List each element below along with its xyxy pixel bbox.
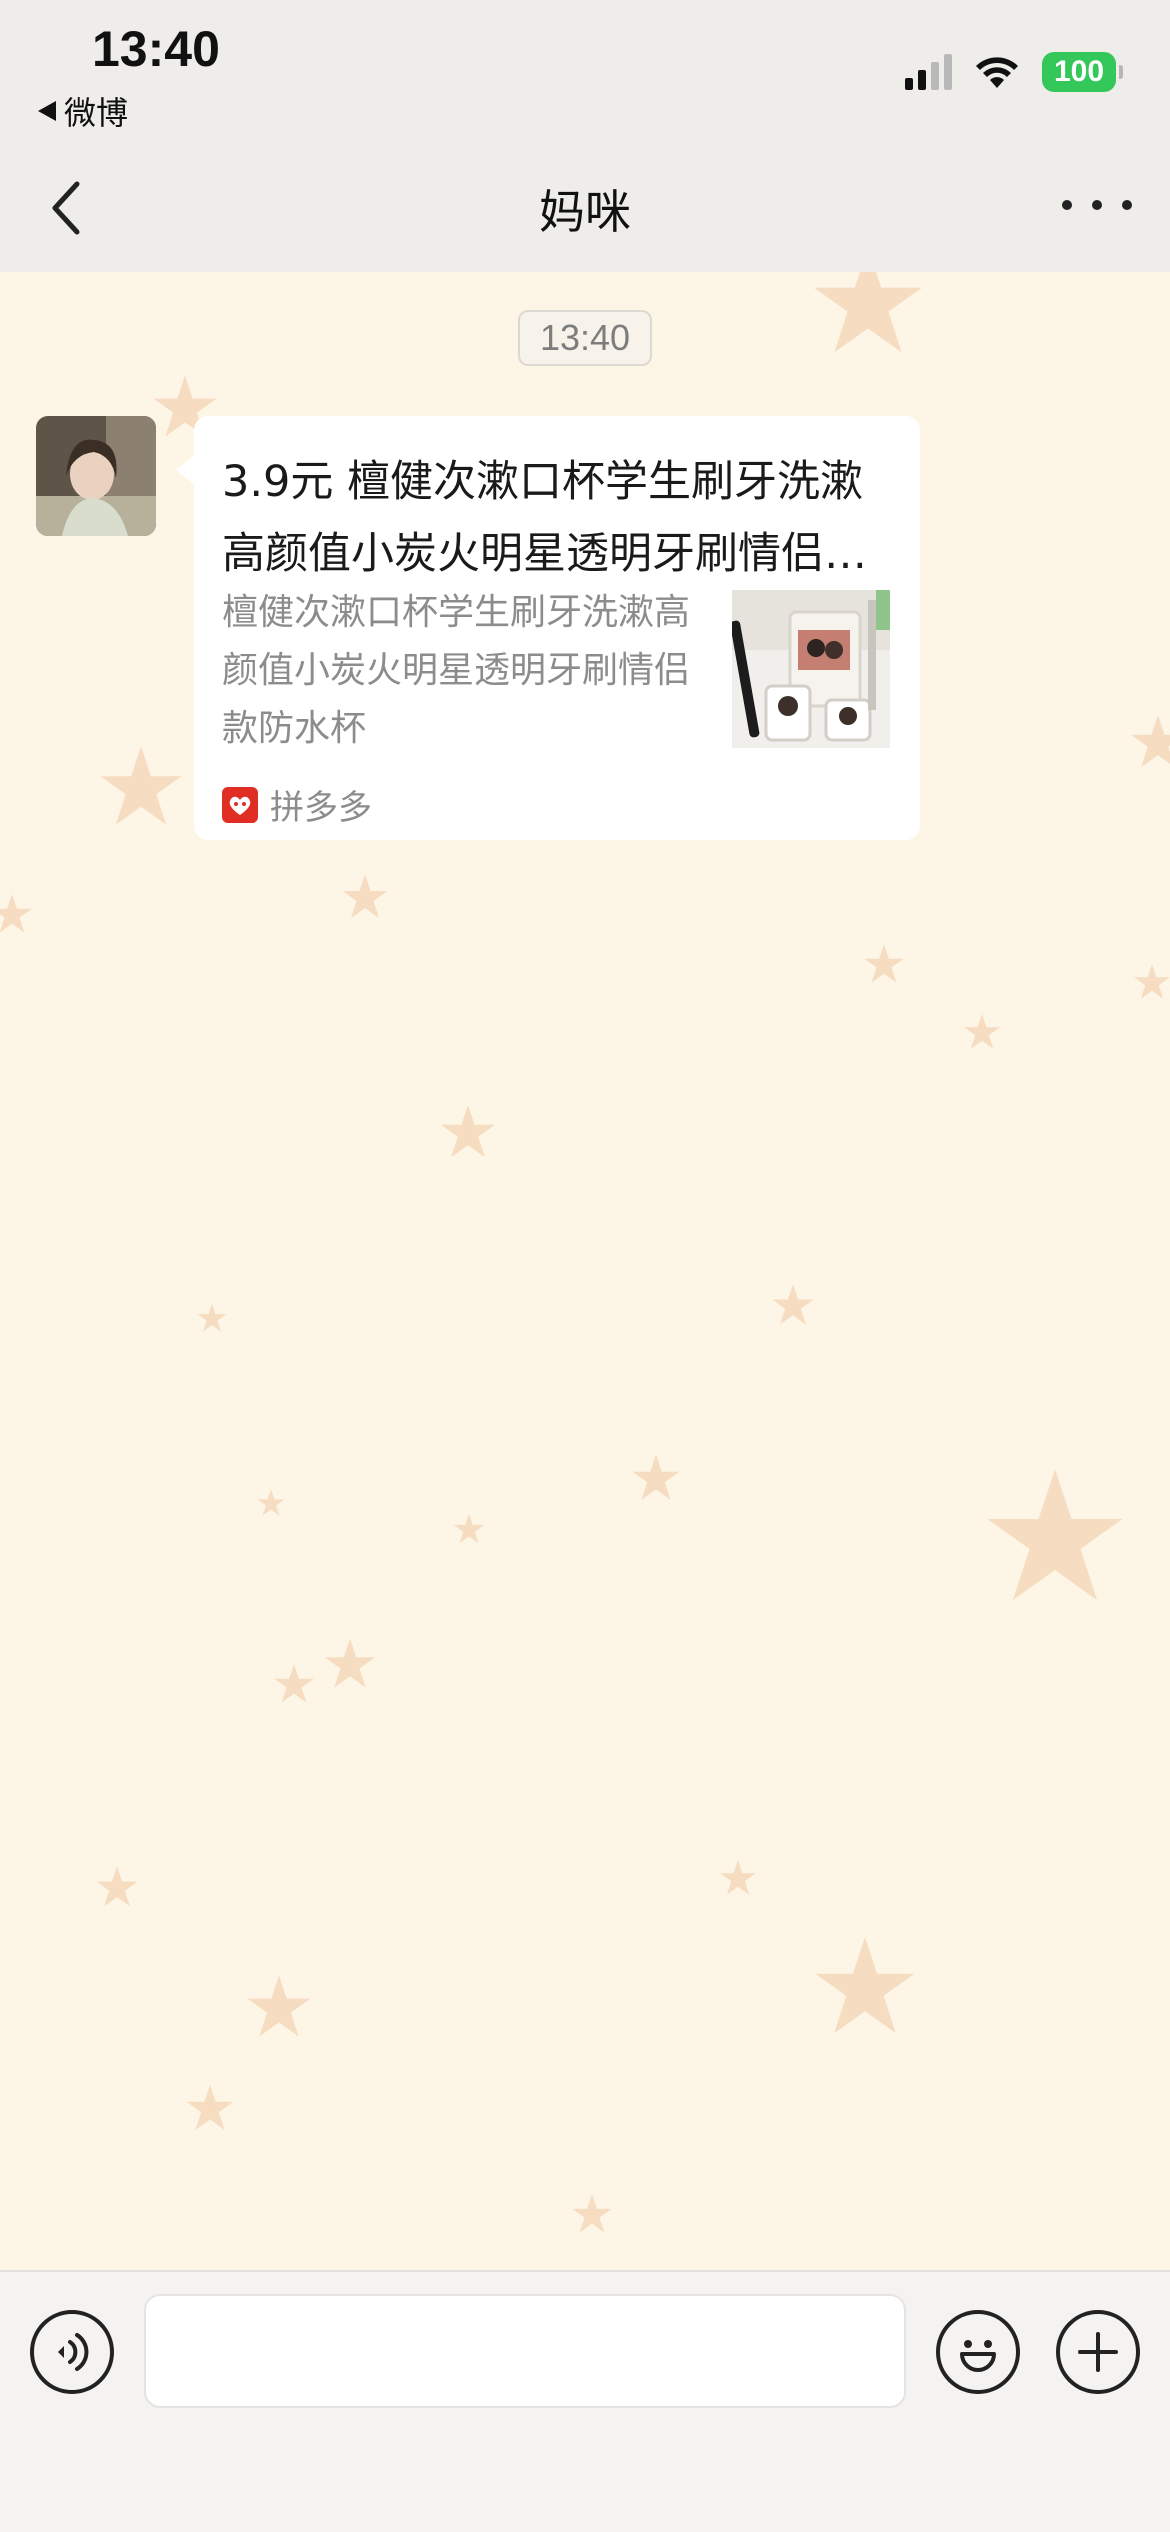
input-bar <box>0 2270 1170 2532</box>
star-decoration-icon <box>197 1303 227 1332</box>
product-description: 檀健次漱口杯学生刷牙洗漱高颜值小炭火明星透明牙刷情侣款防水杯 <box>222 592 691 749</box>
return-app-label: 微博 <box>64 94 129 132</box>
star-decoration-icon <box>186 2084 234 2130</box>
product-source-label: 拼多多 <box>270 788 372 828</box>
product-thumbnail <box>732 590 890 748</box>
star-decoration-icon <box>572 2194 612 2233</box>
more-dots-icon <box>1062 200 1072 210</box>
return-to-app-link[interactable]: 微博 <box>38 88 128 134</box>
page-title: 妈咪 <box>539 185 631 239</box>
back-triangle-icon <box>38 101 56 121</box>
star-decoration-icon <box>324 1638 376 1688</box>
avatar-photo <box>36 416 156 536</box>
emoji-button[interactable] <box>936 2310 1020 2394</box>
battery-icon: 100 <box>1042 52 1123 92</box>
star-decoration-icon <box>96 1866 138 1907</box>
cellular-signal-icon <box>905 54 952 90</box>
product-source: 拼多多 <box>222 780 372 829</box>
star-decoration-icon <box>257 1489 285 1516</box>
message-input[interactable] <box>144 2294 906 2408</box>
status-indicators: 100 <box>905 52 1123 92</box>
message-timestamp: 13:40 <box>518 310 652 366</box>
emoji-icon <box>960 2340 996 2372</box>
star-decoration-icon <box>274 1664 314 1703</box>
star-decoration-icon <box>864 944 904 983</box>
star-decoration-icon <box>247 1975 311 2037</box>
voice-icon <box>58 2333 89 2371</box>
star-decoration-icon <box>815 1937 915 2034</box>
status-time: 13:40 <box>92 21 220 77</box>
product-image <box>732 590 890 748</box>
voice-button[interactable] <box>30 2310 114 2394</box>
star-decoration-icon <box>100 746 182 825</box>
product-card-message[interactable]: 3.9元 檀健次漱口杯学生刷牙洗漱高颜值小炭火明星透明牙刷情侣款防水杯 檀健次漱… <box>176 416 920 840</box>
star-decoration-icon <box>814 272 922 353</box>
plus-button[interactable] <box>1056 2310 1140 2394</box>
plus-icon <box>1078 2332 1118 2372</box>
star-decoration-icon <box>0 894 32 933</box>
star-decoration-icon <box>1131 715 1170 768</box>
more-button[interactable] <box>1062 190 1132 220</box>
star-decoration-icon <box>964 1014 1000 1049</box>
pinduoduo-logo-icon <box>222 786 258 823</box>
star-decoration-icon <box>720 1860 756 1895</box>
product-title: 3.9元 檀健次漱口杯学生刷牙洗漱高颜值小炭火明星透明牙刷情侣款防水杯 <box>222 457 867 579</box>
star-decoration-icon <box>1134 964 1170 999</box>
star-decoration-icon <box>441 1105 495 1158</box>
star-decoration-icon <box>453 1513 485 1544</box>
star-decoration-icon <box>632 1454 680 1500</box>
chat-area[interactable]: 13:40 3.9元 檀健次漱口杯学生刷牙洗漱高颜值小炭火明星透明牙刷情侣款防水… <box>0 272 1170 2270</box>
star-decoration-icon <box>987 1469 1123 1600</box>
star-decoration-icon <box>772 1284 814 1325</box>
avatar[interactable] <box>36 416 156 536</box>
star-decoration-icon <box>342 874 388 918</box>
wifi-icon <box>976 57 1018 88</box>
top-bar: 13:40 微博 100 妈咪 <box>0 0 1170 272</box>
